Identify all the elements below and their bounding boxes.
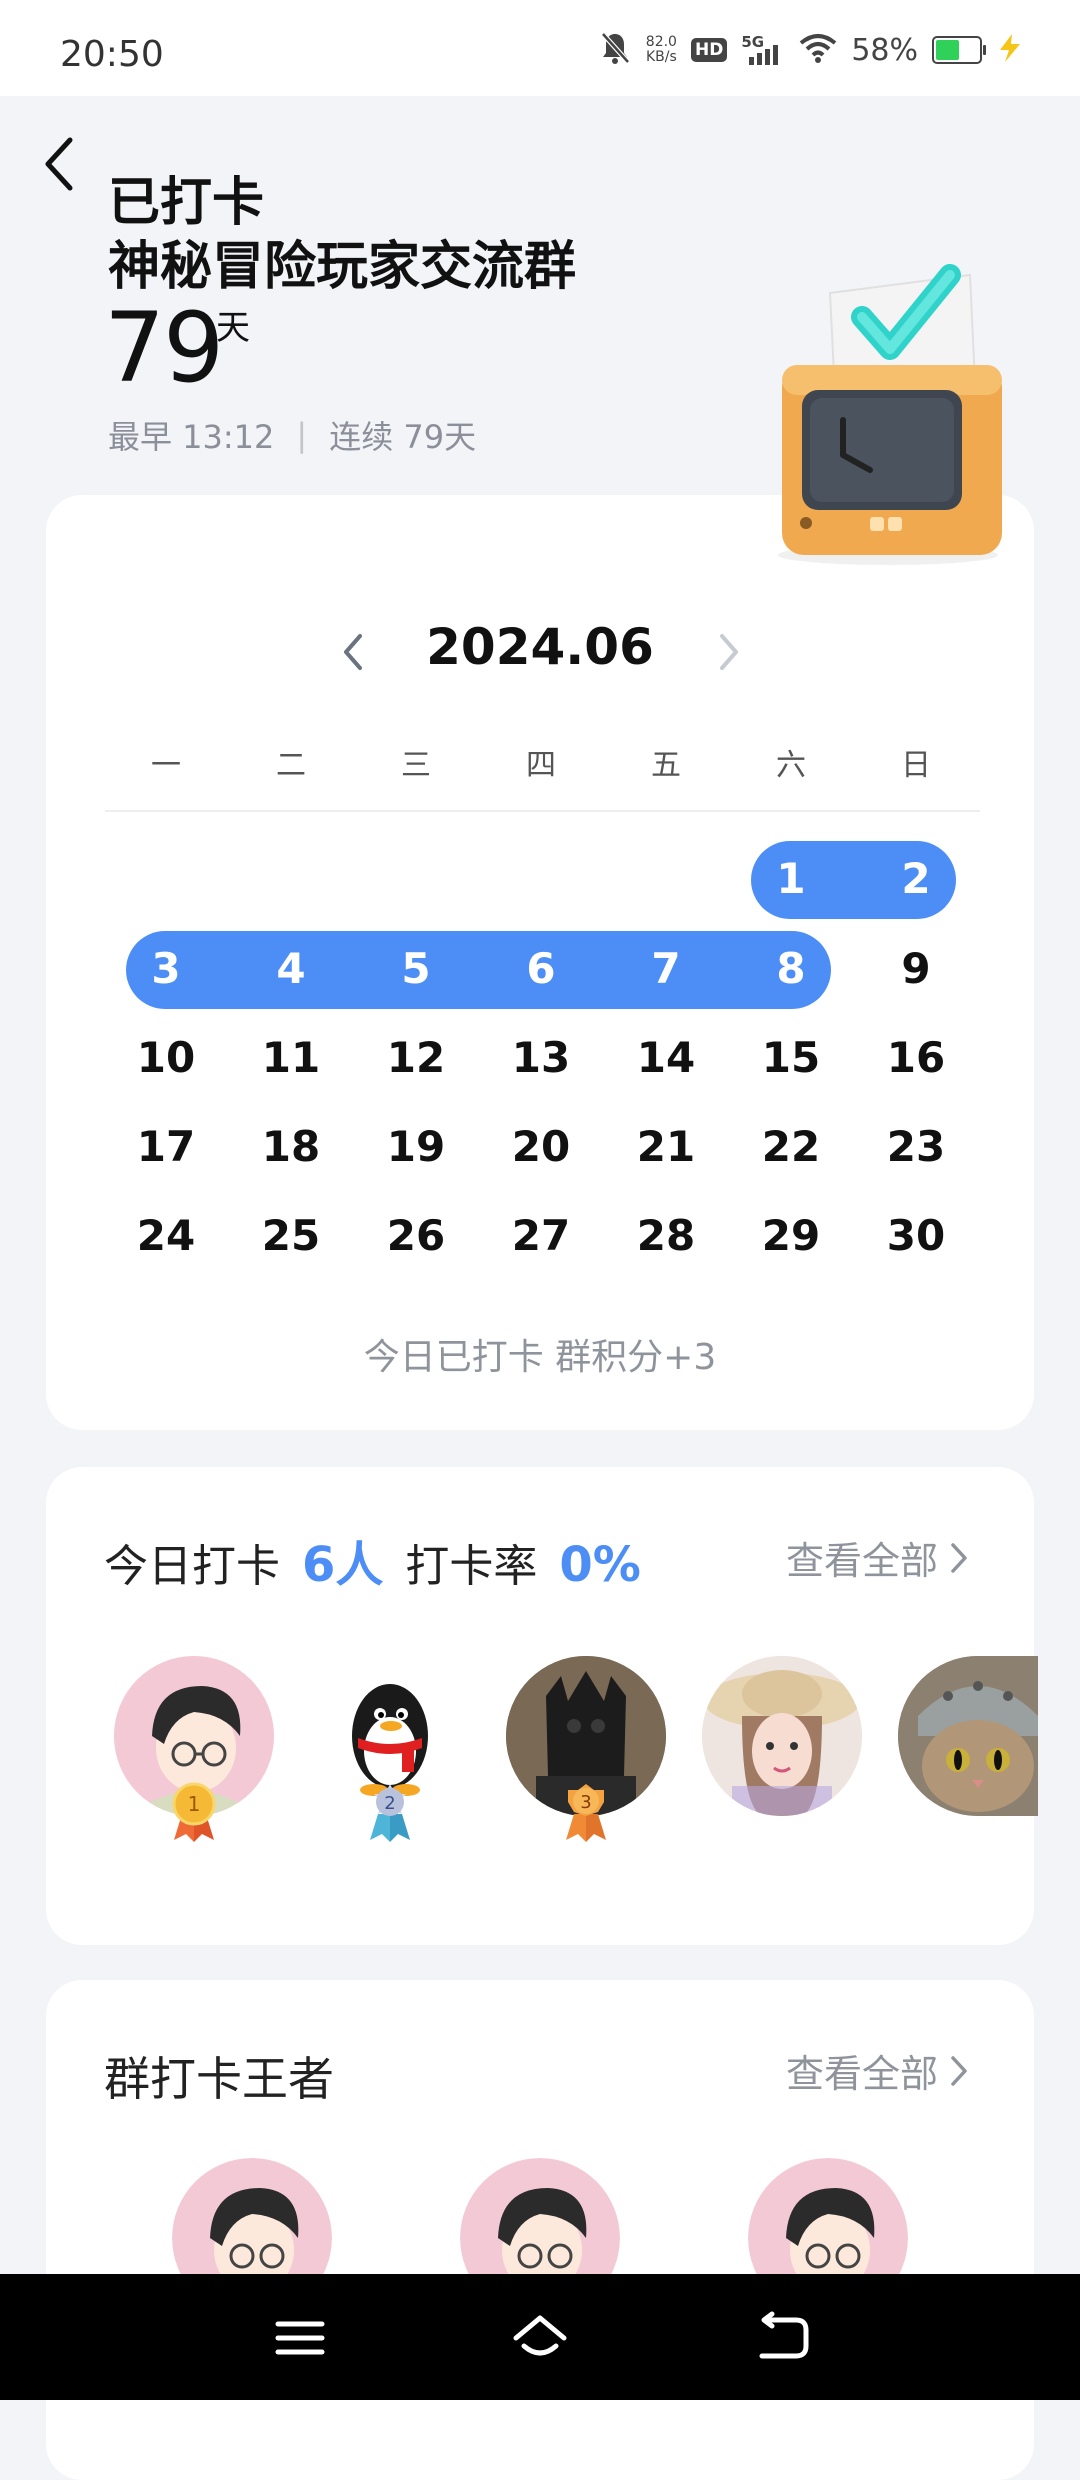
calendar-day[interactable]: 13 bbox=[496, 1033, 586, 1082]
today-checkin-note: 今日已打卡 群积分+3 bbox=[363, 1337, 717, 1378]
king-view-all-link[interactable]: 查看全部 bbox=[786, 2043, 970, 2098]
calendar-day[interactable]: 27 bbox=[496, 1211, 586, 1260]
wifi-icon bbox=[799, 33, 837, 67]
calendar-day[interactable]: 28 bbox=[621, 1211, 711, 1260]
calendar-day[interactable]: 11 bbox=[246, 1033, 336, 1082]
charging-bolt-icon bbox=[996, 32, 1024, 68]
home-icon[interactable] bbox=[510, 2310, 570, 2366]
weekday-label: 六 bbox=[776, 748, 806, 783]
checkin-summary: 最早 13:12 | 连续 79天 bbox=[108, 412, 476, 458]
calendar-day[interactable]: 29 bbox=[746, 1211, 836, 1260]
hd-badge: HD bbox=[690, 38, 728, 62]
calendar-day[interactable]: 18 bbox=[246, 1122, 336, 1171]
calendar-day-checked[interactable]: 4 bbox=[246, 944, 336, 993]
weekday-label: 一 bbox=[151, 748, 181, 783]
calendar-day[interactable]: 12 bbox=[371, 1033, 461, 1082]
calendar-day-checked[interactable]: 2 bbox=[871, 854, 961, 903]
battery-icon bbox=[932, 36, 986, 64]
calendar-divider bbox=[105, 810, 980, 812]
system-nav-bar bbox=[0, 2274, 1080, 2400]
calendar-day-checked[interactable]: 1 bbox=[746, 854, 836, 903]
view-all-label: 查看全部 bbox=[785, 2052, 938, 2096]
calendar-day[interactable]: 23 bbox=[871, 1122, 961, 1171]
checked-range-highlight bbox=[126, 931, 831, 1009]
calendar-day[interactable]: 16 bbox=[871, 1033, 961, 1082]
rank-3-number: 3 bbox=[580, 1792, 591, 1813]
calendar-day[interactable]: 9 bbox=[871, 944, 961, 993]
back-icon[interactable] bbox=[752, 2310, 812, 2366]
medal-icon: 3 bbox=[566, 1784, 606, 1842]
weekday-label: 五 bbox=[651, 748, 681, 783]
calendar-day[interactable]: 10 bbox=[121, 1033, 211, 1082]
today-checkin-header: 今日打卡 6人 打卡率 0% bbox=[104, 1525, 641, 1595]
calendar-day[interactable]: 22 bbox=[746, 1122, 836, 1171]
calendar-day[interactable]: 25 bbox=[246, 1211, 336, 1260]
checkin-rate-value: 0% bbox=[559, 1537, 641, 1593]
battery-percent: 58% bbox=[851, 32, 918, 68]
rank-2-number: 2 bbox=[384, 1793, 395, 1814]
status-bar: 20:50 82.0 KB/s HD 5G 58% bbox=[0, 0, 1080, 96]
back-button[interactable] bbox=[36, 130, 86, 200]
rank-1-number: 1 bbox=[188, 1792, 201, 1816]
today-checkin-label: 今日打卡 bbox=[104, 1541, 280, 1592]
checkin-king-title: 群打卡王者 bbox=[104, 2052, 334, 2106]
calendar-day-checked[interactable]: 8 bbox=[746, 944, 836, 993]
rank-medal-2: 2 bbox=[364, 1780, 416, 1844]
month-label: 2024.06 bbox=[426, 618, 654, 676]
weekday-label: 日 bbox=[901, 748, 931, 783]
calendar-day-checked[interactable]: 5 bbox=[371, 944, 461, 993]
summary-separator: | bbox=[296, 416, 308, 454]
calendar-day[interactable]: 17 bbox=[121, 1122, 211, 1171]
calendar-day[interactable]: 24 bbox=[121, 1211, 211, 1260]
calendar-day-checked[interactable]: 7 bbox=[621, 944, 711, 993]
speed-unit: KB/s bbox=[645, 49, 677, 65]
weekday-label: 三 bbox=[401, 748, 431, 783]
weekday-label: 四 bbox=[526, 748, 556, 783]
checkin-rate-label: 打卡率 bbox=[405, 1541, 538, 1592]
chevron-right-icon bbox=[720, 634, 738, 670]
chevron-right-icon bbox=[951, 1542, 967, 1573]
calendar-day[interactable]: 20 bbox=[496, 1122, 586, 1171]
chevron-right-icon bbox=[951, 2055, 967, 2086]
menu-icon[interactable] bbox=[270, 2310, 330, 2366]
calendar-day-checked[interactable]: 6 bbox=[496, 944, 586, 993]
next-month-button[interactable] bbox=[714, 628, 744, 676]
today-checkin-count: 6人 bbox=[302, 1537, 384, 1593]
speed-value: 82.0 bbox=[645, 34, 677, 50]
weekday-label: 二 bbox=[276, 748, 306, 783]
network-speed: 82.0 KB/s bbox=[646, 35, 677, 65]
status-icons: 82.0 KB/s HD 5G 58% bbox=[598, 30, 1024, 70]
clock-box-mascot-icon bbox=[770, 255, 1020, 565]
rank-medal-1: 1 bbox=[168, 1780, 220, 1844]
status-time: 20:50 bbox=[60, 34, 164, 75]
group-name: 神秘冒险玩家交流群 bbox=[108, 237, 577, 297]
medal-icon: 2 bbox=[370, 1784, 410, 1842]
bell-muted-icon bbox=[598, 30, 632, 70]
cellular-signal: 5G bbox=[741, 33, 785, 67]
calendar-day[interactable]: 30 bbox=[871, 1211, 961, 1260]
calendar-day[interactable]: 19 bbox=[371, 1122, 461, 1171]
calendar-day-checked[interactable]: 3 bbox=[121, 944, 211, 993]
earliest-time: 最早 13:12 bbox=[108, 418, 275, 456]
medal-icon: 1 bbox=[172, 1782, 216, 1842]
calendar-day[interactable]: 21 bbox=[621, 1122, 711, 1171]
girl-sunhat-avatar[interactable] bbox=[702, 1656, 862, 1816]
chevron-left-icon bbox=[45, 137, 73, 191]
days-unit: 天 bbox=[216, 308, 250, 348]
calendar-day[interactable]: 14 bbox=[621, 1033, 711, 1082]
streak-days: 连续 79天 bbox=[329, 418, 477, 456]
calendar-day[interactable]: 15 bbox=[746, 1033, 836, 1082]
rank-medal-3: 3 bbox=[560, 1780, 612, 1844]
view-all-label: 查看全部 bbox=[785, 1539, 938, 1583]
today-view-all-link[interactable]: 查看全部 bbox=[786, 1530, 970, 1585]
days-count: 79 bbox=[104, 292, 224, 404]
calendar-day[interactable]: 26 bbox=[371, 1211, 461, 1260]
